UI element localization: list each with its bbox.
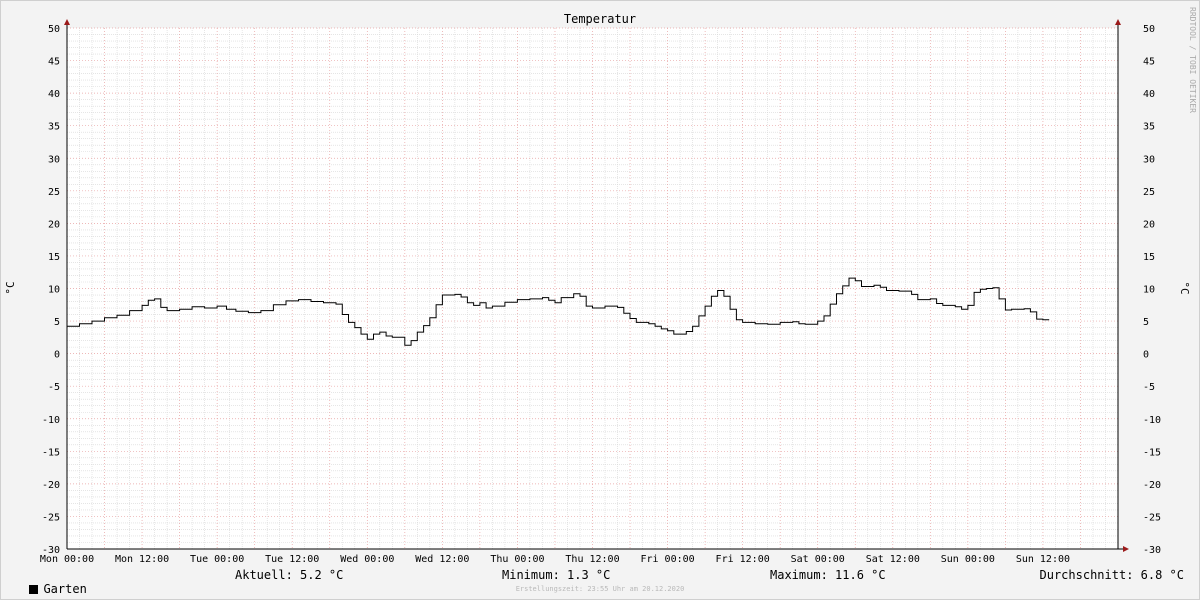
x-tick-label: Mon 00:00 bbox=[40, 554, 94, 565]
y-tick-labels-right: 50454035302520151050-5-10-15-20-25-30 bbox=[1143, 24, 1161, 556]
y-tick-label-left: -25 bbox=[42, 512, 60, 523]
y-tick-label-left: -5 bbox=[48, 382, 60, 393]
y-tick-label-left: 40 bbox=[48, 89, 60, 100]
y-axis-arrow-right bbox=[1115, 19, 1121, 25]
y-tick-label-left: 35 bbox=[48, 122, 60, 133]
y-axis-arrow-left bbox=[64, 19, 70, 25]
y-tick-label-left: 15 bbox=[48, 252, 60, 263]
y-tick-label-left: 45 bbox=[48, 57, 60, 68]
y-tick-label-right: 40 bbox=[1143, 89, 1155, 100]
x-tick-label: Tue 12:00 bbox=[265, 554, 319, 565]
y-tick-label-right: -25 bbox=[1143, 512, 1161, 523]
x-tick-label: Sat 12:00 bbox=[866, 554, 920, 565]
legend-average: Durchschnitt: 6.8 °C bbox=[1039, 568, 1185, 582]
x-tick-label: Sat 00:00 bbox=[791, 554, 845, 565]
legend-current: Aktuell: 5.2 °C bbox=[235, 568, 344, 582]
x-tick-label: Wed 12:00 bbox=[415, 554, 469, 565]
y-axis-label-left: °C bbox=[4, 281, 17, 294]
x-axis-arrow bbox=[1123, 546, 1129, 552]
chart-title: Temperatur bbox=[564, 12, 636, 26]
y-axis-label-right: °C bbox=[1178, 281, 1191, 294]
y-tick-label-right: 35 bbox=[1143, 122, 1155, 133]
y-tick-label-right: -15 bbox=[1143, 447, 1161, 458]
x-tick-label: Fri 00:00 bbox=[640, 554, 694, 565]
y-tick-label-right: 50 bbox=[1143, 24, 1155, 35]
y-tick-label-right: 15 bbox=[1143, 252, 1155, 263]
x-tick-label: Fri 12:00 bbox=[716, 554, 770, 565]
y-tick-label-left: -15 bbox=[42, 447, 60, 458]
y-tick-label-right: 0 bbox=[1143, 350, 1149, 361]
y-tick-label-right: -10 bbox=[1143, 415, 1161, 426]
x-tick-label: Thu 12:00 bbox=[565, 554, 619, 565]
y-tick-labels-left: 50454035302520151050-5-10-15-20-25-30 bbox=[42, 24, 60, 556]
y-tick-label-right: 30 bbox=[1143, 154, 1155, 165]
y-tick-label-left: 10 bbox=[48, 285, 60, 296]
y-tick-label-left: 0 bbox=[54, 350, 60, 361]
y-tick-label-left: -10 bbox=[42, 415, 60, 426]
y-tick-label-right: 10 bbox=[1143, 285, 1155, 296]
temperature-chart: 50454035302520151050-5-10-15-20-25-30 50… bbox=[4, 7, 1197, 565]
y-tick-label-right: 25 bbox=[1143, 187, 1155, 198]
y-tick-label-right: -5 bbox=[1143, 382, 1155, 393]
y-tick-label-right: 20 bbox=[1143, 219, 1155, 230]
y-tick-label-left: 50 bbox=[48, 24, 60, 35]
x-tick-label: Mon 12:00 bbox=[115, 554, 169, 565]
legend-minimum: Minimum: 1.3 °C bbox=[502, 568, 611, 582]
creation-timestamp: Erstellungszeit: 23:55 Uhr am 20.12.2020 bbox=[515, 585, 685, 593]
x-tick-label: Sun 00:00 bbox=[941, 554, 995, 565]
x-tick-label: Wed 00:00 bbox=[340, 554, 394, 565]
y-tick-label-right: -20 bbox=[1143, 480, 1161, 491]
legend-maximum: Maximum: 11.6 °C bbox=[770, 568, 886, 582]
x-tick-label: Thu 00:00 bbox=[490, 554, 544, 565]
y-tick-label-left: 5 bbox=[54, 317, 60, 328]
y-tick-label-left: 30 bbox=[48, 154, 60, 165]
y-tick-label-right: -30 bbox=[1143, 545, 1161, 556]
y-tick-label-right: 5 bbox=[1143, 317, 1149, 328]
x-tick-labels: Mon 00:00 Mon 12:00 Tue 00:00 Tue 12:00 Wed … bbox=[40, 554, 1070, 565]
y-tick-label-right: 45 bbox=[1143, 57, 1155, 68]
x-tick-label: Sun 12:00 bbox=[1016, 554, 1070, 565]
y-tick-label-left: -20 bbox=[42, 480, 60, 491]
y-tick-label-left: 20 bbox=[48, 219, 60, 230]
watermark: RRDTOOL / TOBI OETIKER bbox=[1188, 7, 1197, 113]
x-tick-label: Tue 00:00 bbox=[190, 554, 244, 565]
y-tick-label-left: 25 bbox=[48, 187, 60, 198]
